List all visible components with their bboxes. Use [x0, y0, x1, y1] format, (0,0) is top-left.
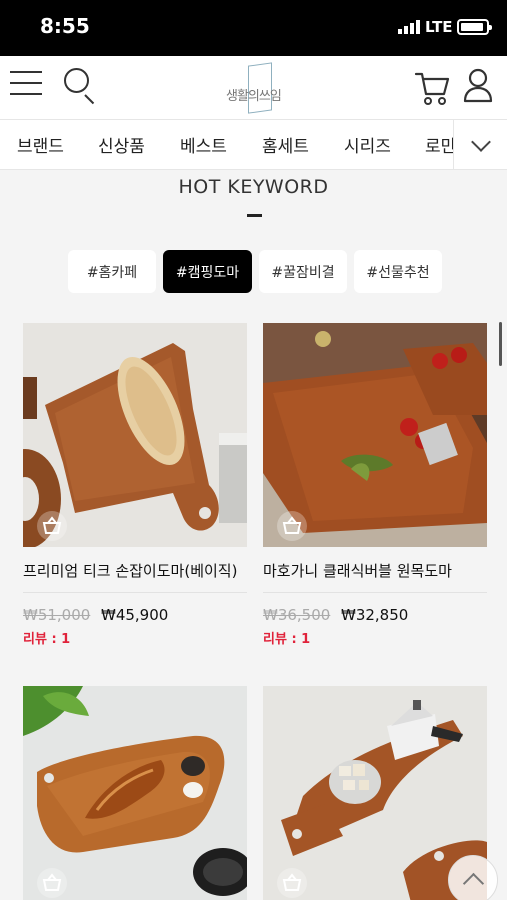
original-price: ₩51,000 [23, 606, 91, 624]
keyword-tag-sleep[interactable]: #꿀잠비결 [259, 250, 347, 293]
keyword-tag-homecafe[interactable]: #홈카페 [68, 250, 156, 293]
badge-icon [277, 868, 307, 898]
category-homeset[interactable]: 홈세트 [262, 132, 309, 157]
user-icon[interactable] [462, 68, 494, 104]
category-nav: 브랜드 신상품 베스트 홈세트 시리즈 로만 [0, 120, 507, 170]
product-name[interactable]: 마호가니 클래식버블 원목도마 [263, 560, 452, 581]
product-name[interactable]: 프리미엄 티크 손잡이도마(베이직) [23, 560, 237, 581]
category-brand[interactable]: 브랜드 [17, 132, 64, 157]
title-underline [247, 214, 262, 217]
sale-price: ₩45,900 [101, 606, 169, 624]
category-roman[interactable]: 로만 [425, 132, 456, 157]
status-bar: 8:55 LTE [0, 0, 507, 56]
signal-icon [398, 20, 420, 34]
battery-icon [457, 19, 492, 35]
badge-icon [37, 868, 67, 898]
category-best[interactable]: 베스트 [180, 132, 227, 157]
category-new[interactable]: 신상품 [98, 132, 145, 157]
status-time: 8:55 [40, 14, 90, 38]
cart-icon[interactable] [414, 68, 450, 106]
keyword-tag-camping-board[interactable]: #캠핑도마 [163, 250, 252, 293]
chevron-down-icon[interactable] [453, 120, 507, 169]
app-header: 생활의쓰임 [0, 56, 507, 120]
logo-text: 생활의쓰임 [226, 89, 282, 104]
product-image[interactable] [23, 686, 247, 900]
brand-logo[interactable]: 생활의쓰임 [222, 62, 288, 116]
review-count[interactable]: 리뷰 : 1 [263, 628, 310, 647]
category-series[interactable]: 시리즈 [344, 132, 391, 157]
sale-price: ₩32,850 [341, 606, 409, 624]
original-price: ₩36,500 [263, 606, 331, 624]
scrollbar[interactable] [499, 322, 502, 366]
product-image[interactable] [23, 323, 247, 547]
review-count[interactable]: 리뷰 : 1 [23, 628, 70, 647]
search-icon[interactable] [64, 68, 98, 105]
divider [263, 592, 487, 593]
keyword-tag-gift[interactable]: #선물추천 [354, 250, 442, 293]
product-image[interactable] [263, 323, 487, 547]
badge-icon [277, 511, 307, 541]
network-label: LTE [425, 18, 453, 36]
badge-icon [37, 511, 67, 541]
scroll-to-top-button[interactable] [448, 855, 498, 900]
hot-keyword-title: HOT KEYWORD [178, 176, 329, 198]
hamburger-icon[interactable] [10, 71, 42, 101]
divider [23, 592, 247, 593]
